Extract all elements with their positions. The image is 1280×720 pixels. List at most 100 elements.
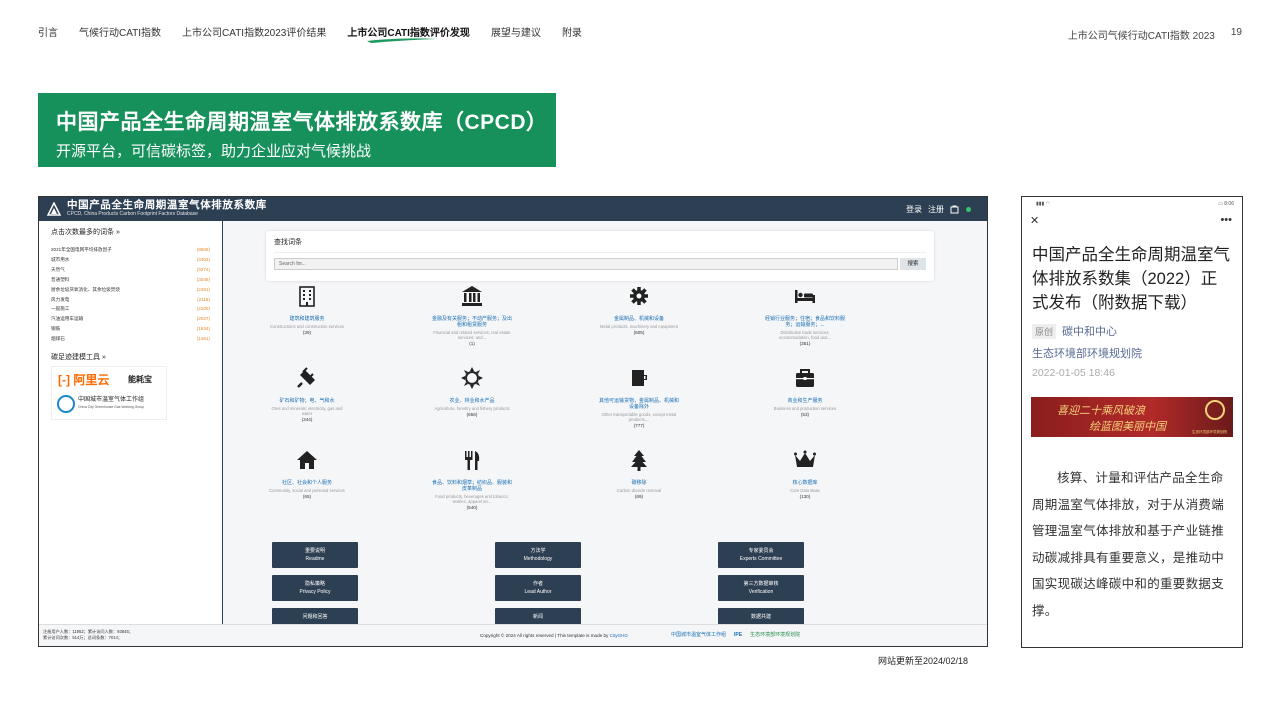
btn-label: 方法学 <box>530 548 546 554</box>
search-input[interactable]: Search for... <box>274 258 898 270</box>
cgw-logo-text[interactable]: 中国城市温室气体工作组 China City Greenhouse Gas Wo… <box>78 397 144 411</box>
list-item[interactable]: 汽油运用车运输 (2027) <box>51 314 210 324</box>
tile-label: 核心数据库 <box>792 480 818 486</box>
category-tile[interactable]: 金融及有关服务；不动产服务；及出租和租赁服务 Financial and rel… <box>432 285 512 346</box>
account-name[interactable]: 碳中和中心 <box>1062 323 1117 339</box>
nav-item-findings[interactable]: 上市公司CATI指数评价发现 <box>347 24 470 43</box>
category-tile[interactable]: 经销行业服务；住宿；食品和饮料服务；运输服务；... Distributive … <box>765 285 845 346</box>
nav-item-cati-index[interactable]: 气候行动CATI指数 <box>79 24 161 39</box>
report-page: 引言 气候行动CATI指数 上市公司CATI指数2023评价结果 上市公司CAT… <box>0 0 1280 720</box>
entry-label: 一般施工 <box>51 306 70 312</box>
entry-label: 城市用水 <box>51 256 70 262</box>
tile-label: 金融及有关服务；不动产服务；及出租和租赁服务 <box>432 316 513 328</box>
tile-label-en: Metal products, machinery and equipment <box>600 324 678 329</box>
banner-line-2: 绘蓝图美丽中国 <box>1089 421 1166 433</box>
category-tile[interactable]: 其他可运输货物，金属制品、机械和设备除外 Other transportable… <box>599 367 679 428</box>
list-item[interactable]: 烟煤石 (1461) <box>51 334 210 344</box>
list-item[interactable]: 城市用水 (3463) <box>51 255 210 265</box>
cgw-footer-logo[interactable]: 中国城市温室气体工作组 <box>671 631 726 638</box>
article-date: 2022-01-05 18:46 <box>1032 367 1115 379</box>
aliyun-logo[interactable]: [-] 阿里云 <box>58 371 109 388</box>
readme-button[interactable]: 重要说明 Readme <box>272 542 358 568</box>
list-item[interactable]: 2021年全国电网平均排放因子 (8565) <box>51 245 210 255</box>
site-main: 查找词条 Search for... 搜索 建筑和建筑服务 Constructi… <box>224 221 987 634</box>
caep-logo[interactable]: 生态环境部环境规划院 <box>750 631 800 638</box>
entry-label: 烟煤石 <box>51 336 65 342</box>
online-dot-icon <box>966 207 971 212</box>
login-link[interactable]: 登录 <box>906 204 922 215</box>
category-tile[interactable]: 农业、林业和水产品 Agriculture, forestry and fish… <box>432 367 512 417</box>
nenghao-logo[interactable]: 能耗宝 <box>128 374 152 385</box>
cpcd-website-screenshot: 中国产品全生命周期温室气体排放系数库 CPCD, China Products … <box>38 196 988 647</box>
category-tile[interactable]: 社区、社会和个人服务 Community, social and persona… <box>267 449 347 499</box>
article-banner-image: 喜迎二十乘风破浪 绘蓝图美丽中国 生态环境部环境规划院 <box>1031 397 1233 437</box>
search-button[interactable]: 搜索 <box>900 258 926 270</box>
ipe-logo[interactable]: IPE <box>734 632 742 638</box>
more-icon[interactable]: ••• <box>1220 214 1232 226</box>
nav-item-intro[interactable]: 引言 <box>38 24 58 39</box>
list-item[interactable]: 天然气 (3274) <box>51 265 210 275</box>
close-icon[interactable]: ✕ <box>1030 214 1039 227</box>
list-item[interactable]: 厨余垃圾厌氧消化、其余垃圾焚烧 (2461) <box>51 285 210 295</box>
home-icon <box>297 451 317 469</box>
register-link[interactable]: 注册 <box>928 204 944 215</box>
site-header: 中国产品全生命周期温室气体排放系数库 CPCD, China Products … <box>39 197 987 221</box>
list-item[interactable]: 一般施工 (2100) <box>51 304 210 314</box>
banner-small-text: 生态环境部环境规划院 <box>1192 430 1227 434</box>
cityghg-link[interactable]: CityGHG <box>610 633 628 638</box>
list-item[interactable]: 钢筋 (1634) <box>51 324 210 334</box>
list-item[interactable]: 普通塑料 (3046) <box>51 275 210 285</box>
verification-button[interactable]: 第三方数据审核 Verification <box>718 575 804 601</box>
article-org[interactable]: 生态环境部环境规划院 <box>1022 345 1242 361</box>
anniversary-emblem-icon <box>1205 400 1225 420</box>
phone-time-wrap: ▭ 8:06 <box>1218 201 1234 207</box>
tree-icon <box>631 450 647 471</box>
copyright-text: Copyright © 2024 All rights reserved | T… <box>480 633 610 638</box>
site-sidebar: 点击次数最多的词条 » 2021年全国电网平均排放因子 (8565) 城市用水 (3… <box>39 221 223 625</box>
nav-item-outlook[interactable]: 展望与建议 <box>491 24 541 39</box>
gear-icon <box>630 287 648 305</box>
category-tile[interactable]: 建筑和建筑服务 Constructions and construction s… <box>267 285 347 335</box>
site-subtitle: CPCD, China Products Carbon Footprint Fa… <box>67 211 198 217</box>
nav-item-appendix[interactable]: 附录 <box>562 24 582 39</box>
category-tile[interactable]: 商业和生产服务 Business and production services… <box>765 367 845 417</box>
category-tile[interactable]: 矿石和矿物；电、气和水 Ores and minerals; electrici… <box>267 367 347 422</box>
tile-label-en: Distributive trade services; accommodati… <box>779 330 831 340</box>
privacy-policy-button[interactable]: 隐私策略 Privacy Policy <box>272 575 358 601</box>
entry-label: 天然气 <box>51 266 65 272</box>
methodology-button[interactable]: 方法学 Methodology <box>495 542 581 568</box>
btn-label: 重要说明 <box>304 548 325 554</box>
tile-label-en: Agriculture, forestry and fishery produc… <box>434 406 510 411</box>
report-name: 上市公司气候行动CATI指数 2023 <box>1067 31 1215 42</box>
utensils-icon <box>465 451 480 470</box>
site-title: 中国产品全生命周期温室气体排放系数库 <box>67 199 267 211</box>
lead-author-button[interactable]: 作者 Lead Author <box>495 575 581 601</box>
category-tile[interactable]: 核心数据库 Core Data Base (130) <box>765 449 845 499</box>
tools-heading[interactable]: 碳足迹建模工具 » <box>51 352 210 362</box>
list-item[interactable]: 风力发电 (2118) <box>51 295 210 305</box>
site-footer: 注册用户人数：11952；累计访问人数：93845； 累计访问次数：514万；总… <box>39 624 987 646</box>
tile-label-en: Business and production services <box>773 406 837 411</box>
category-tile[interactable]: 食品、饮料和烟草；纺织品、服装和皮革制品 Food products, beve… <box>432 449 512 510</box>
category-tile[interactable]: 金属制品、机械和设备 Metal products, machinery and… <box>599 285 679 335</box>
experts-committee-button[interactable]: 专家委员会 Experts Committee <box>718 542 804 568</box>
btn-label-en: Privacy Policy <box>299 589 331 595</box>
cart-icon[interactable] <box>950 205 960 214</box>
entry-count: (2118) <box>197 296 210 302</box>
phone-status-bar: ▮▮▮ ◠ ▭ 8:06 <box>1022 197 1242 211</box>
tile-label: 金属制品、机械和设备 <box>613 316 664 322</box>
nav-item-results[interactable]: 上市公司CATI指数2023评价结果 <box>182 24 326 39</box>
tile-label: 其他可运输货物，金属制品、机械和设备除外 <box>599 398 680 410</box>
site-logo-icon <box>47 202 61 216</box>
stats-line: 注册用户人数：11952；累计访问人数：93845； <box>43 629 133 634</box>
btn-label: 问题和回答 <box>302 614 328 620</box>
top-entries-heading[interactable]: 点击次数最多的词条 » <box>51 227 210 237</box>
tile-count: (777) <box>633 423 645 428</box>
plug-icon <box>297 367 315 388</box>
site-account-links: 登录 注册 <box>906 204 971 215</box>
banner-subtitle: 开源平台，可信碳标签，助力企业应对气候挑战 <box>56 143 372 160</box>
btn-label-en: Readme <box>305 556 325 562</box>
category-tile[interactable]: 碳移除 Carbon dioxide removal (69) <box>599 449 679 499</box>
tile-count: (130) <box>799 494 811 499</box>
original-badge: 原创 <box>1032 323 1057 339</box>
